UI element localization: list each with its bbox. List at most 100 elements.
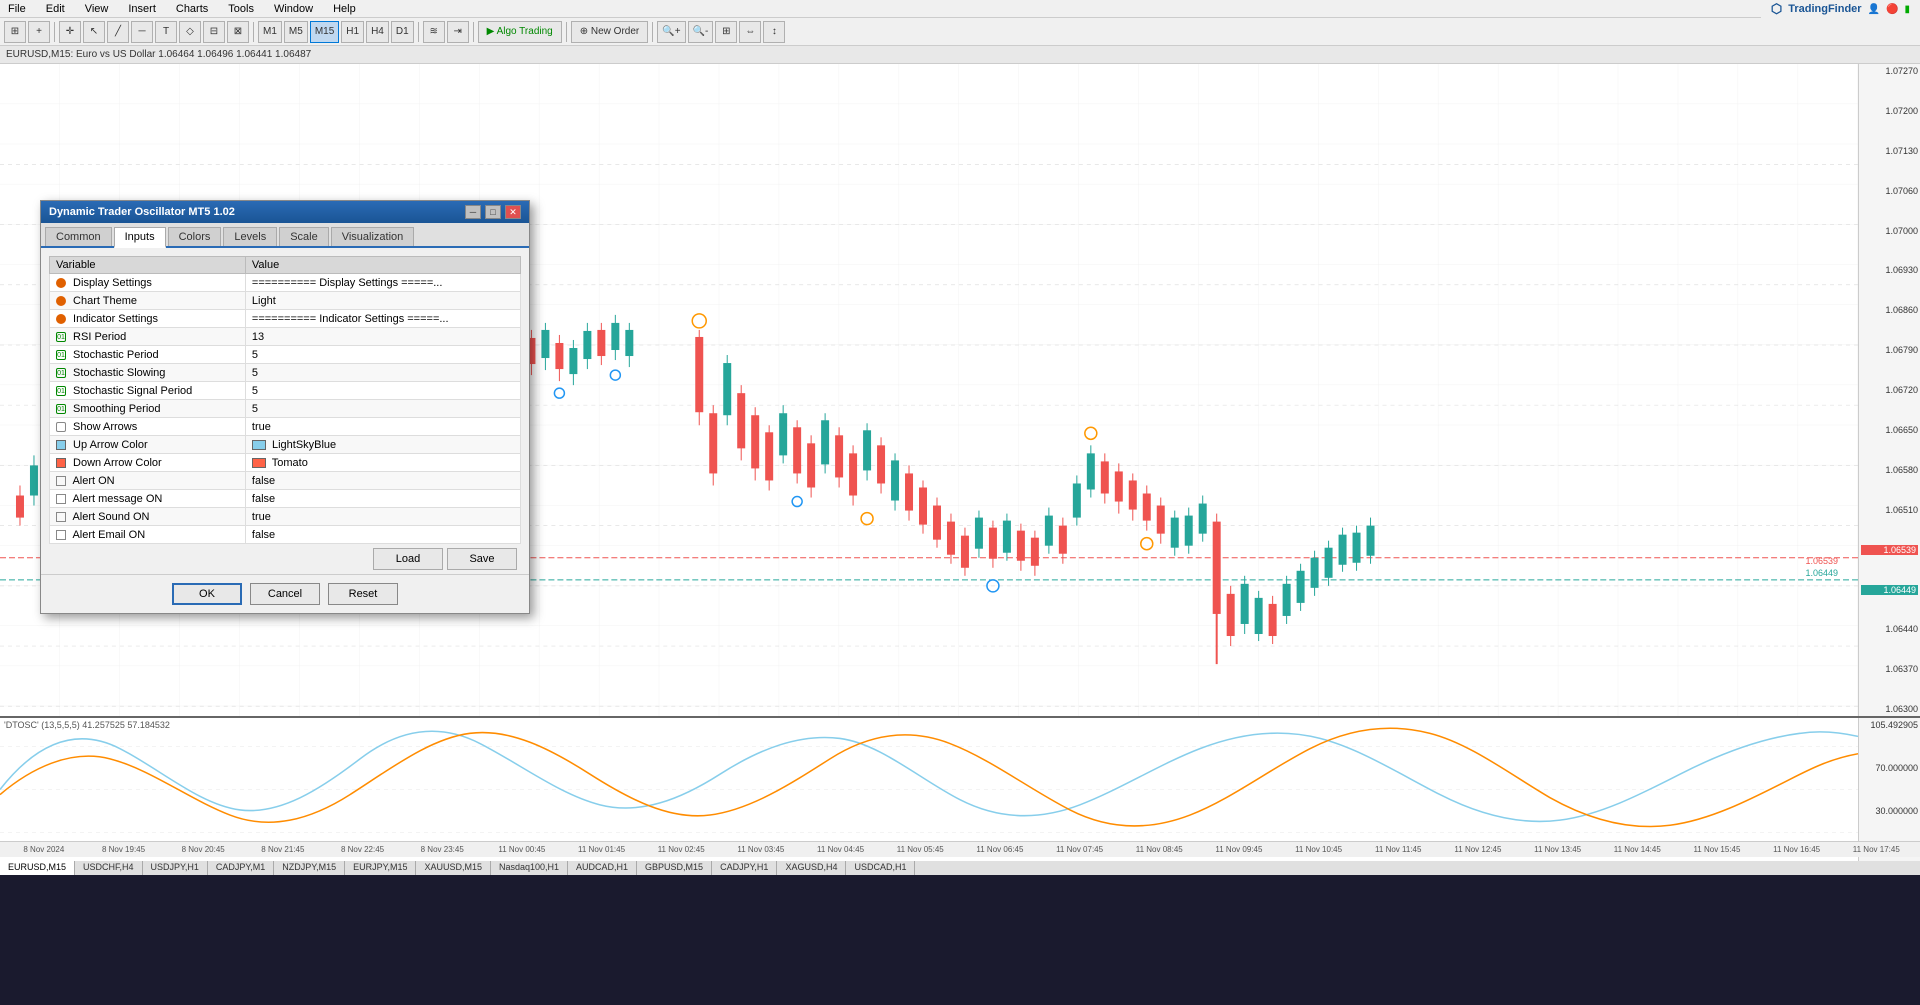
price-6: 1.06930: [1861, 265, 1918, 275]
var-smoothing: 01 Smoothing Period: [50, 400, 246, 418]
num-icon-slowing: 01: [56, 368, 66, 378]
zoom-out-button[interactable]: 🔍-: [688, 21, 714, 43]
var-alert-email: Alert Email ON: [50, 526, 246, 544]
var-alert-on: Alert ON: [50, 472, 246, 490]
sep1: [54, 22, 55, 42]
crosshair-button[interactable]: ✛: [59, 21, 81, 43]
scroll-button[interactable]: ⇔: [739, 21, 761, 43]
table-row: 01 Stochastic Period 5: [50, 346, 521, 364]
indicator-button[interactable]: ⊠: [227, 21, 249, 43]
save-button[interactable]: Save: [447, 548, 517, 570]
period-d1-button[interactable]: D1: [391, 21, 414, 43]
menu-item-insert[interactable]: Insert: [124, 3, 160, 15]
time-label-19: 11 Nov 13:45: [1518, 845, 1598, 854]
table-row: Show Arrows true: [50, 418, 521, 436]
price-15: 1.06300: [1861, 704, 1918, 714]
var-alert-sound: Alert Sound ON: [50, 508, 246, 526]
period-m5-button[interactable]: M5: [284, 21, 308, 43]
line-button[interactable]: ╱: [107, 21, 129, 43]
val-indicator-settings[interactable]: ========== Indicator Settings =====...: [245, 310, 520, 328]
load-button[interactable]: Load: [373, 548, 443, 570]
menu-item-charts[interactable]: Charts: [172, 3, 212, 15]
menu-item-file[interactable]: File: [4, 3, 30, 15]
period-m1-button[interactable]: M1: [258, 21, 282, 43]
dialog-titlebar: Dynamic Trader Oscillator MT5 1.02 ─ □ ✕: [41, 201, 529, 223]
table-row: Chart Theme Light: [50, 292, 521, 310]
val-alert-on[interactable]: false: [245, 472, 520, 490]
period-h1-button[interactable]: H1: [341, 21, 364, 43]
tab-levels[interactable]: Levels: [223, 227, 277, 246]
price-current-teal: 1.06449: [1861, 585, 1918, 595]
bool-icon-email: [56, 530, 66, 540]
shapes-button[interactable]: ◇: [179, 21, 201, 43]
bool-icon-sound: [56, 512, 66, 522]
alert-icon[interactable]: 🔴: [1886, 4, 1898, 15]
text-button[interactable]: T: [155, 21, 177, 43]
notification-icon[interactable]: 👤: [1868, 4, 1880, 15]
menu-item-help[interactable]: Help: [329, 3, 360, 15]
val-chart-theme[interactable]: Light: [245, 292, 520, 310]
maximize-button[interactable]: □: [485, 205, 501, 219]
dialog-tab-bar: Common Inputs Colors Levels Scale Visual…: [41, 223, 529, 248]
val-up-arrow-color[interactable]: LightSkyBlue: [245, 436, 520, 454]
add-button[interactable]: +: [28, 21, 50, 43]
val-stoch-period[interactable]: 5: [245, 346, 520, 364]
tab-colors[interactable]: Colors: [168, 227, 222, 246]
hline-button[interactable]: ─: [131, 21, 153, 43]
time-label-4: 8 Nov 22:45: [323, 845, 403, 854]
val-display-settings[interactable]: ========== Display Settings =====...: [245, 274, 520, 292]
val-down-arrow-color[interactable]: Tomato: [245, 454, 520, 472]
tradingfinder-logo-icon: ⬡: [1771, 1, 1782, 17]
dialog-title: Dynamic Trader Oscillator MT5 1.02: [49, 206, 235, 218]
menu-item-edit[interactable]: Edit: [42, 3, 69, 15]
svg-text:1.06539: 1.06539: [1806, 556, 1838, 566]
val-alert-email[interactable]: false: [245, 526, 520, 544]
time-label-0: 8 Nov 2024: [4, 845, 84, 854]
bool-icon-arrows: [56, 422, 66, 432]
menu-item-tools[interactable]: Tools: [224, 3, 258, 15]
val-show-arrows[interactable]: true: [245, 418, 520, 436]
chart-shift-button[interactable]: ⇥: [447, 21, 469, 43]
new-chart-button[interactable]: ⊞: [4, 21, 26, 43]
minimize-button[interactable]: ─: [465, 205, 481, 219]
zoom-in-button[interactable]: 🔍+: [657, 21, 685, 43]
menu-item-window[interactable]: Window: [270, 3, 317, 15]
grid-button[interactable]: ⊞: [715, 21, 737, 43]
osc-price-3: 30.000000: [1861, 806, 1918, 816]
val-smoothing[interactable]: 5: [245, 400, 520, 418]
table-row: Up Arrow Color LightSkyBlue: [50, 436, 521, 454]
val-alert-msg[interactable]: false: [245, 490, 520, 508]
algo-trading-button[interactable]: ▶ Algo Trading: [478, 21, 562, 43]
tab-inputs[interactable]: Inputs: [114, 227, 166, 248]
load-save-area: Load Save: [49, 548, 521, 570]
var-down-arrow-color: Down Arrow Color: [50, 454, 246, 472]
val-alert-sound[interactable]: true: [245, 508, 520, 526]
val-stoch-slowing[interactable]: 5: [245, 364, 520, 382]
var-stoch-slowing: 01 Stochastic Slowing: [50, 364, 246, 382]
tab-visualization[interactable]: Visualization: [331, 227, 415, 246]
price-9: 1.06720: [1861, 385, 1918, 395]
close-button[interactable]: ✕: [505, 205, 521, 219]
val-rsi-period[interactable]: 13: [245, 328, 520, 346]
arrow-button[interactable]: ↖: [83, 21, 105, 43]
tab-common[interactable]: Common: [45, 227, 112, 246]
time-label-3: 8 Nov 21:45: [243, 845, 323, 854]
menu-item-view[interactable]: View: [81, 3, 113, 15]
new-order-button[interactable]: ⊕ New Order: [571, 21, 649, 43]
period-m15-button[interactable]: M15: [310, 21, 339, 43]
period-h4-button[interactable]: H4: [366, 21, 389, 43]
reset-button[interactable]: Reset: [328, 583, 398, 605]
time-label-6: 11 Nov 00:45: [482, 845, 562, 854]
autoscroll-button[interactable]: ↕: [763, 21, 785, 43]
tab-scale[interactable]: Scale: [279, 227, 329, 246]
fibo-button[interactable]: ⊟: [203, 21, 225, 43]
price-3: 1.07130: [1861, 146, 1918, 156]
price-4: 1.07060: [1861, 186, 1918, 196]
cancel-button[interactable]: Cancel: [250, 583, 320, 605]
time-label-15: 11 Nov 09:45: [1199, 845, 1279, 854]
color-icon-up: [56, 440, 66, 450]
tradingfinder-logo-text: TradingFinder: [1788, 3, 1861, 15]
ok-button[interactable]: OK: [172, 583, 242, 605]
chart-type-button[interactable]: ≋: [423, 21, 445, 43]
val-stoch-signal[interactable]: 5: [245, 382, 520, 400]
